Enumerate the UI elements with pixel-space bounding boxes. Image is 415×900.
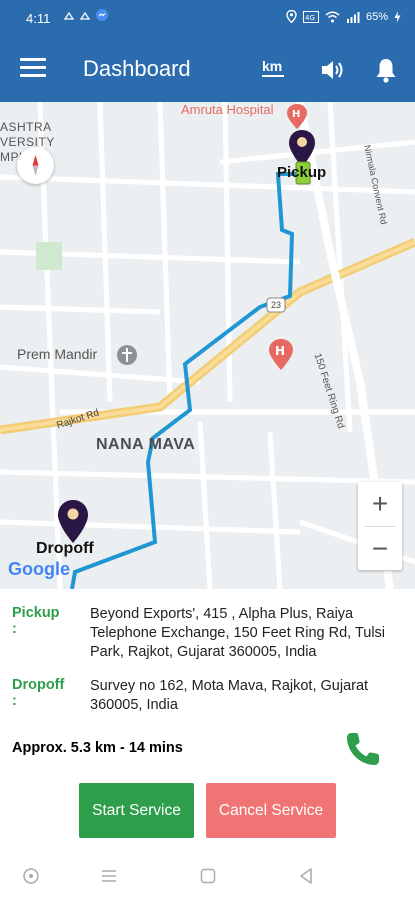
cancel-service-button[interactable]: Cancel Service [206,783,336,838]
eta-distance: Approx. 5.3 km - 14 mins [12,740,183,756]
svg-text:H: H [292,109,300,120]
km-underline [262,75,284,77]
pickup-address: Beyond Exports', 415 , Alpha Plus, Raiya… [90,606,386,660]
system-nav-bar [0,849,415,900]
distance-unit-button[interactable]: km [262,58,284,77]
notification-icon [64,11,74,20]
messenger-icon [96,9,108,21]
signal-icon [346,11,360,23]
prem-mandir-label: Prem Mandir [17,346,98,362]
start-service-button[interactable]: Start Service [79,783,194,838]
zoom-out-button[interactable]: − [358,527,402,571]
back-nav-icon[interactable] [297,867,315,885]
pickup-marker-label: Pickup [277,164,327,181]
highway-shield-number: 23 [271,300,282,310]
notification-icon [80,11,90,20]
home-nav-icon[interactable] [199,867,217,885]
assistant-nav-icon[interactable] [22,867,40,885]
battery-percent: 65% [365,10,388,23]
status-time: 4:11 [26,11,51,26]
recents-nav-icon[interactable] [100,867,118,885]
compass-icon [32,155,39,176]
trip-details-panel: Pickup : Beyond Exports', 415 , Alpha Pl… [0,589,415,849]
notification-bell-icon[interactable] [373,56,399,84]
location-icon [286,10,297,23]
university-label-line1: ASHTRA [0,120,52,134]
park-area [36,242,62,270]
phone-icon[interactable] [342,728,384,770]
status-notification-icons [64,9,108,21]
wifi-icon [325,11,340,22]
volte-icon: 4G [302,10,319,23]
hospital-label: Amruta Hospital [181,102,274,117]
km-label: km [262,58,283,74]
hospital-pin-icon: H [269,339,293,370]
zoom-in-button[interactable]: + [358,482,402,526]
svg-text:H: H [275,344,285,358]
nana-mava-label: NANA MAVA [96,436,196,453]
svg-text:4G: 4G [305,14,315,22]
place-of-worship-icon [117,345,137,365]
dropoff-marker-icon[interactable] [58,500,88,543]
battery-charging-icon [394,10,401,23]
google-logo: Google [8,559,70,579]
menu-button[interactable] [20,58,46,80]
zoom-controls: + − [358,482,402,570]
hamburger-icon-line [20,66,46,69]
page-title: Dashboard [83,56,191,81]
dropoff-marker-label: Dropoff [36,540,94,557]
dropoff-address: Survey no 162, Mota Mava, Rajkot, Gujara… [90,678,369,713]
status-bar: 4:11 4G 65% [0,0,415,38]
map-view[interactable]: H H Amruta Hospital ASHTRA VERSITY MPUS … [0,102,415,589]
compass-button[interactable] [17,147,54,184]
dropoff-label: Dropoff : [12,677,65,709]
hamburger-icon [20,58,46,61]
volume-icon[interactable] [318,56,346,84]
status-system-icons: 4G 65% [286,10,401,23]
app-bar: Dashboard km [0,38,415,102]
pickup-label: Pickup : [12,605,60,637]
hamburger-icon-line [20,74,46,77]
